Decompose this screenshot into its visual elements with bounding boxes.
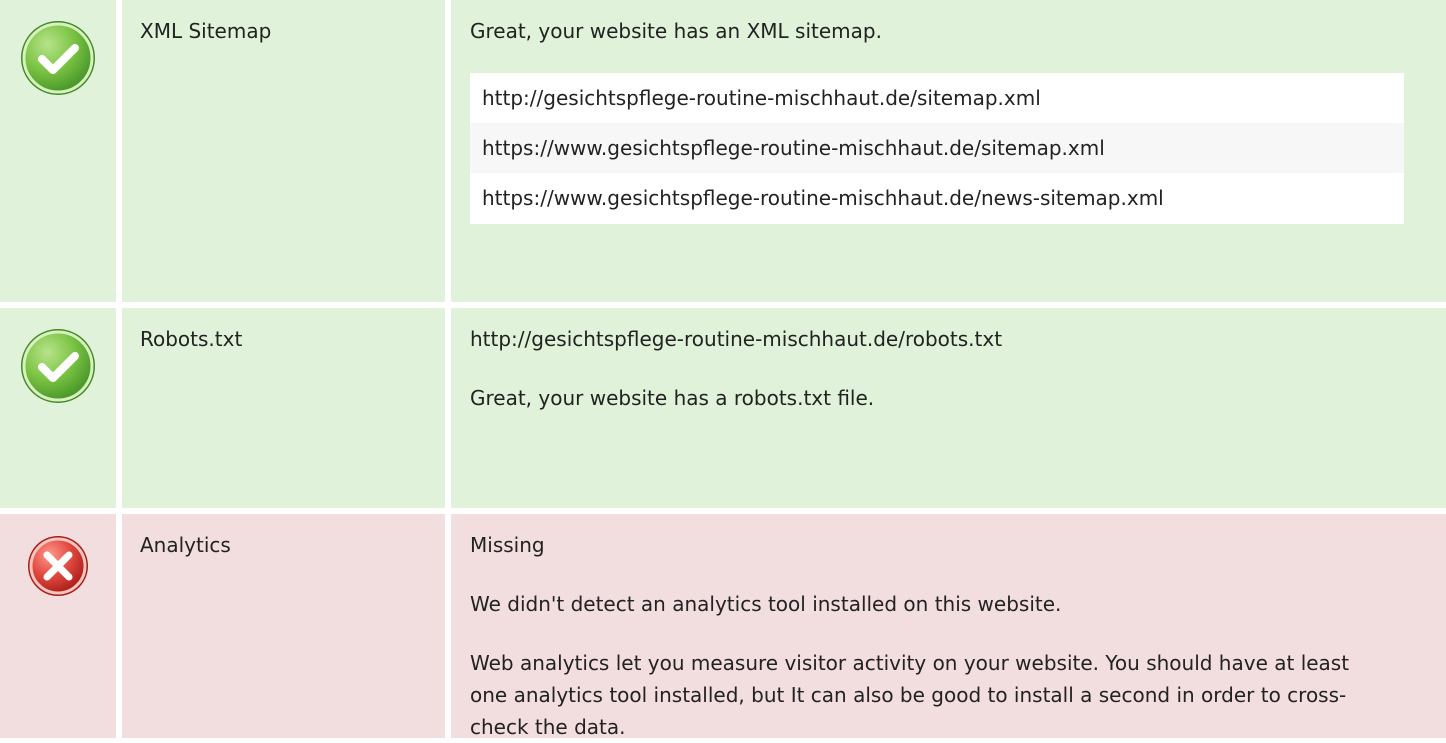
sitemap-url-item: https://www.gesichtspflege-routine-misch… [470,123,1404,173]
analytics-description: Web analytics let you measure visitor ac… [470,651,1350,739]
analytics-row: Analytics Missing We didn't detect an an… [0,514,1446,739]
check-icon [19,327,97,405]
sitemap-row: XML Sitemap Great, your website has an X… [0,0,1446,302]
robots-message: Great, your website has a robots.txt fil… [470,386,875,410]
robots-content: http://gesichtspflege-routine-mischhaut.… [451,308,1446,508]
robots-url: http://gesichtspflege-routine-mischhaut.… [470,327,1003,351]
close-icon [27,535,89,597]
robots-row: Robots.txt http://gesichtspflege-routine… [0,308,1446,508]
analytics-status-cell [0,514,116,738]
sitemap-url-list: http://gesichtspflege-routine-mischhaut.… [470,73,1404,224]
sitemap-message: Great, your website has an XML sitemap. [470,19,882,43]
analytics-message: We didn't detect an analytics tool insta… [470,592,1062,616]
seo-report: XML Sitemap Great, your website has an X… [0,0,1446,739]
check-icon [19,19,97,97]
sitemap-url-item: https://www.gesichtspflege-routine-misch… [482,186,1164,210]
analytics-content: Missing We didn't detect an analytics to… [451,514,1446,739]
analytics-status: Missing [470,533,545,557]
robots-title: Robots.txt [122,308,445,508]
analytics-title: Analytics [122,514,445,738]
sitemap-url-item: http://gesichtspflege-routine-mischhaut.… [482,86,1041,110]
sitemap-status-cell [0,0,116,302]
sitemap-content: Great, your website has an XML sitemap. … [451,0,1446,302]
robots-status-cell [0,308,116,508]
sitemap-title: XML Sitemap [122,0,445,302]
